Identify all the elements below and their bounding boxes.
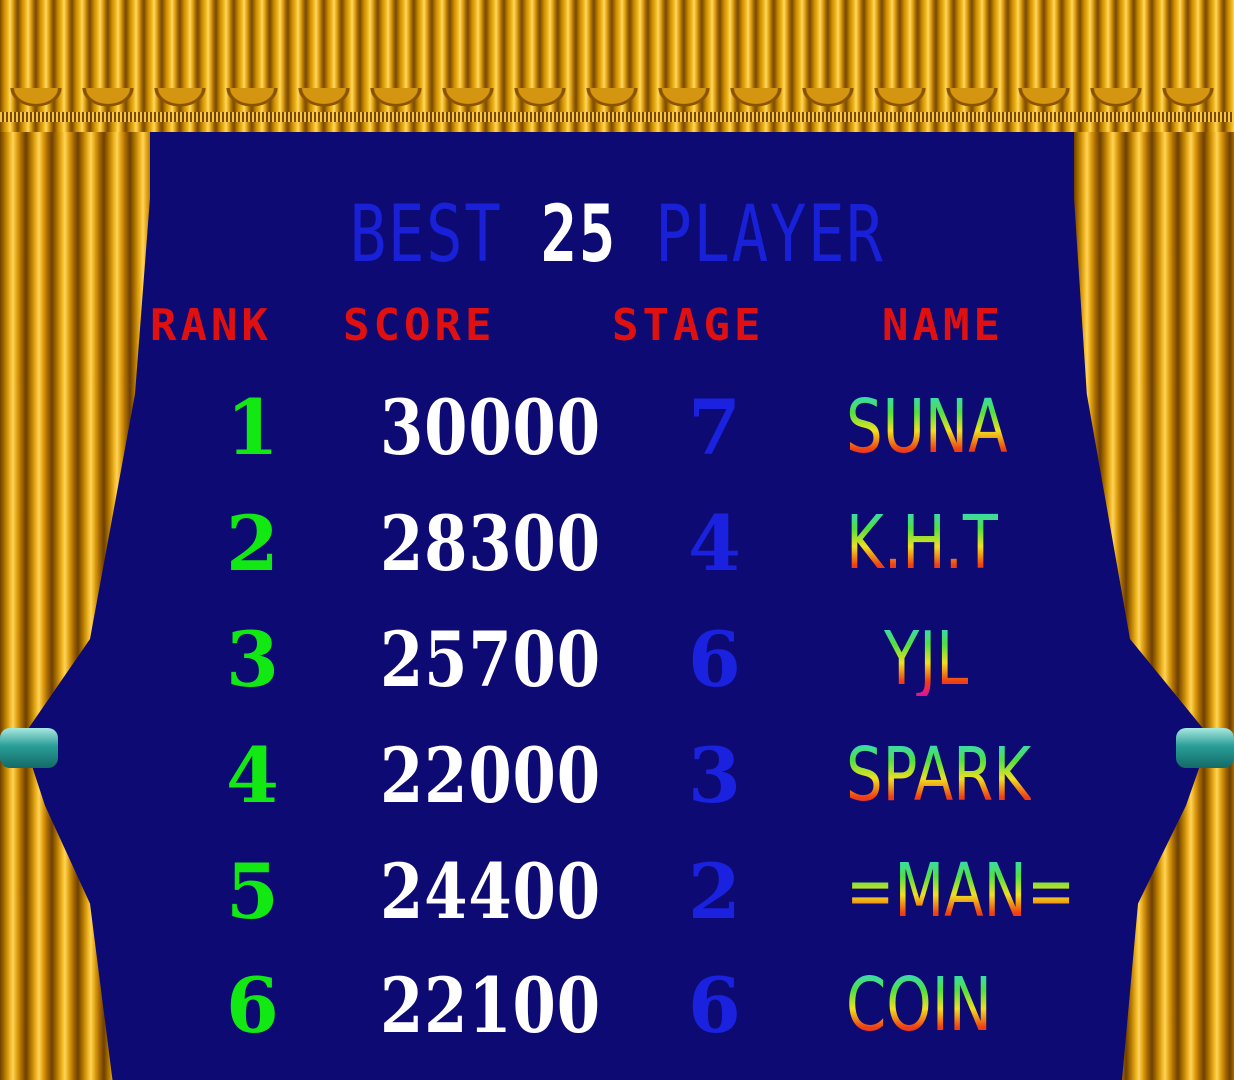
page-title: BEST 25 PLAYER — [136, 190, 1099, 280]
score-value: 30000 — [380, 383, 601, 472]
player-name: SUNA — [846, 384, 1008, 470]
left-curtain-tieback — [0, 728, 58, 768]
title-count: 25 — [540, 190, 617, 280]
rank-value: 1 — [226, 383, 279, 472]
header-rank: RANK — [150, 300, 272, 351]
stage-value: 2 — [688, 847, 741, 936]
rank-value: 4 — [226, 731, 279, 820]
stage-value: 6 — [688, 961, 741, 1050]
score-value: 22000 — [380, 731, 601, 820]
rank-value: 5 — [226, 847, 279, 936]
player-name: COIN — [846, 962, 992, 1048]
player-name: YJL — [884, 616, 969, 702]
player-name: K.H.T — [846, 500, 999, 586]
stage-value: 3 — [688, 731, 741, 820]
header-stage: STAGE — [612, 300, 765, 351]
stage-value: 7 — [688, 383, 741, 472]
valance-fringe — [0, 112, 1234, 122]
right-curtain-tieback — [1176, 728, 1234, 768]
score-value: 22100 — [380, 961, 601, 1050]
title-best: BEST — [349, 190, 503, 280]
title-player: PLAYER — [655, 190, 885, 280]
stage-value: 6 — [688, 615, 741, 704]
score-value: 28300 — [380, 499, 601, 588]
header-score: SCORE — [343, 300, 496, 351]
rank-value: 6 — [226, 961, 279, 1050]
score-value: 25700 — [380, 615, 601, 704]
score-value: 24400 — [380, 847, 601, 936]
stage-value: 4 — [688, 499, 741, 588]
high-score-screen: BEST 25 PLAYER RANK SCORE STAGE NAME 1 3… — [0, 0, 1234, 1080]
left-curtain — [0, 100, 150, 1080]
rank-value: 2 — [226, 499, 279, 588]
player-name: =MAN= — [846, 848, 1076, 934]
valance-scallop — [0, 88, 1234, 134]
header-name: NAME — [882, 300, 1004, 351]
player-name: SPARK — [846, 732, 1032, 818]
rank-value: 3 — [226, 615, 279, 704]
